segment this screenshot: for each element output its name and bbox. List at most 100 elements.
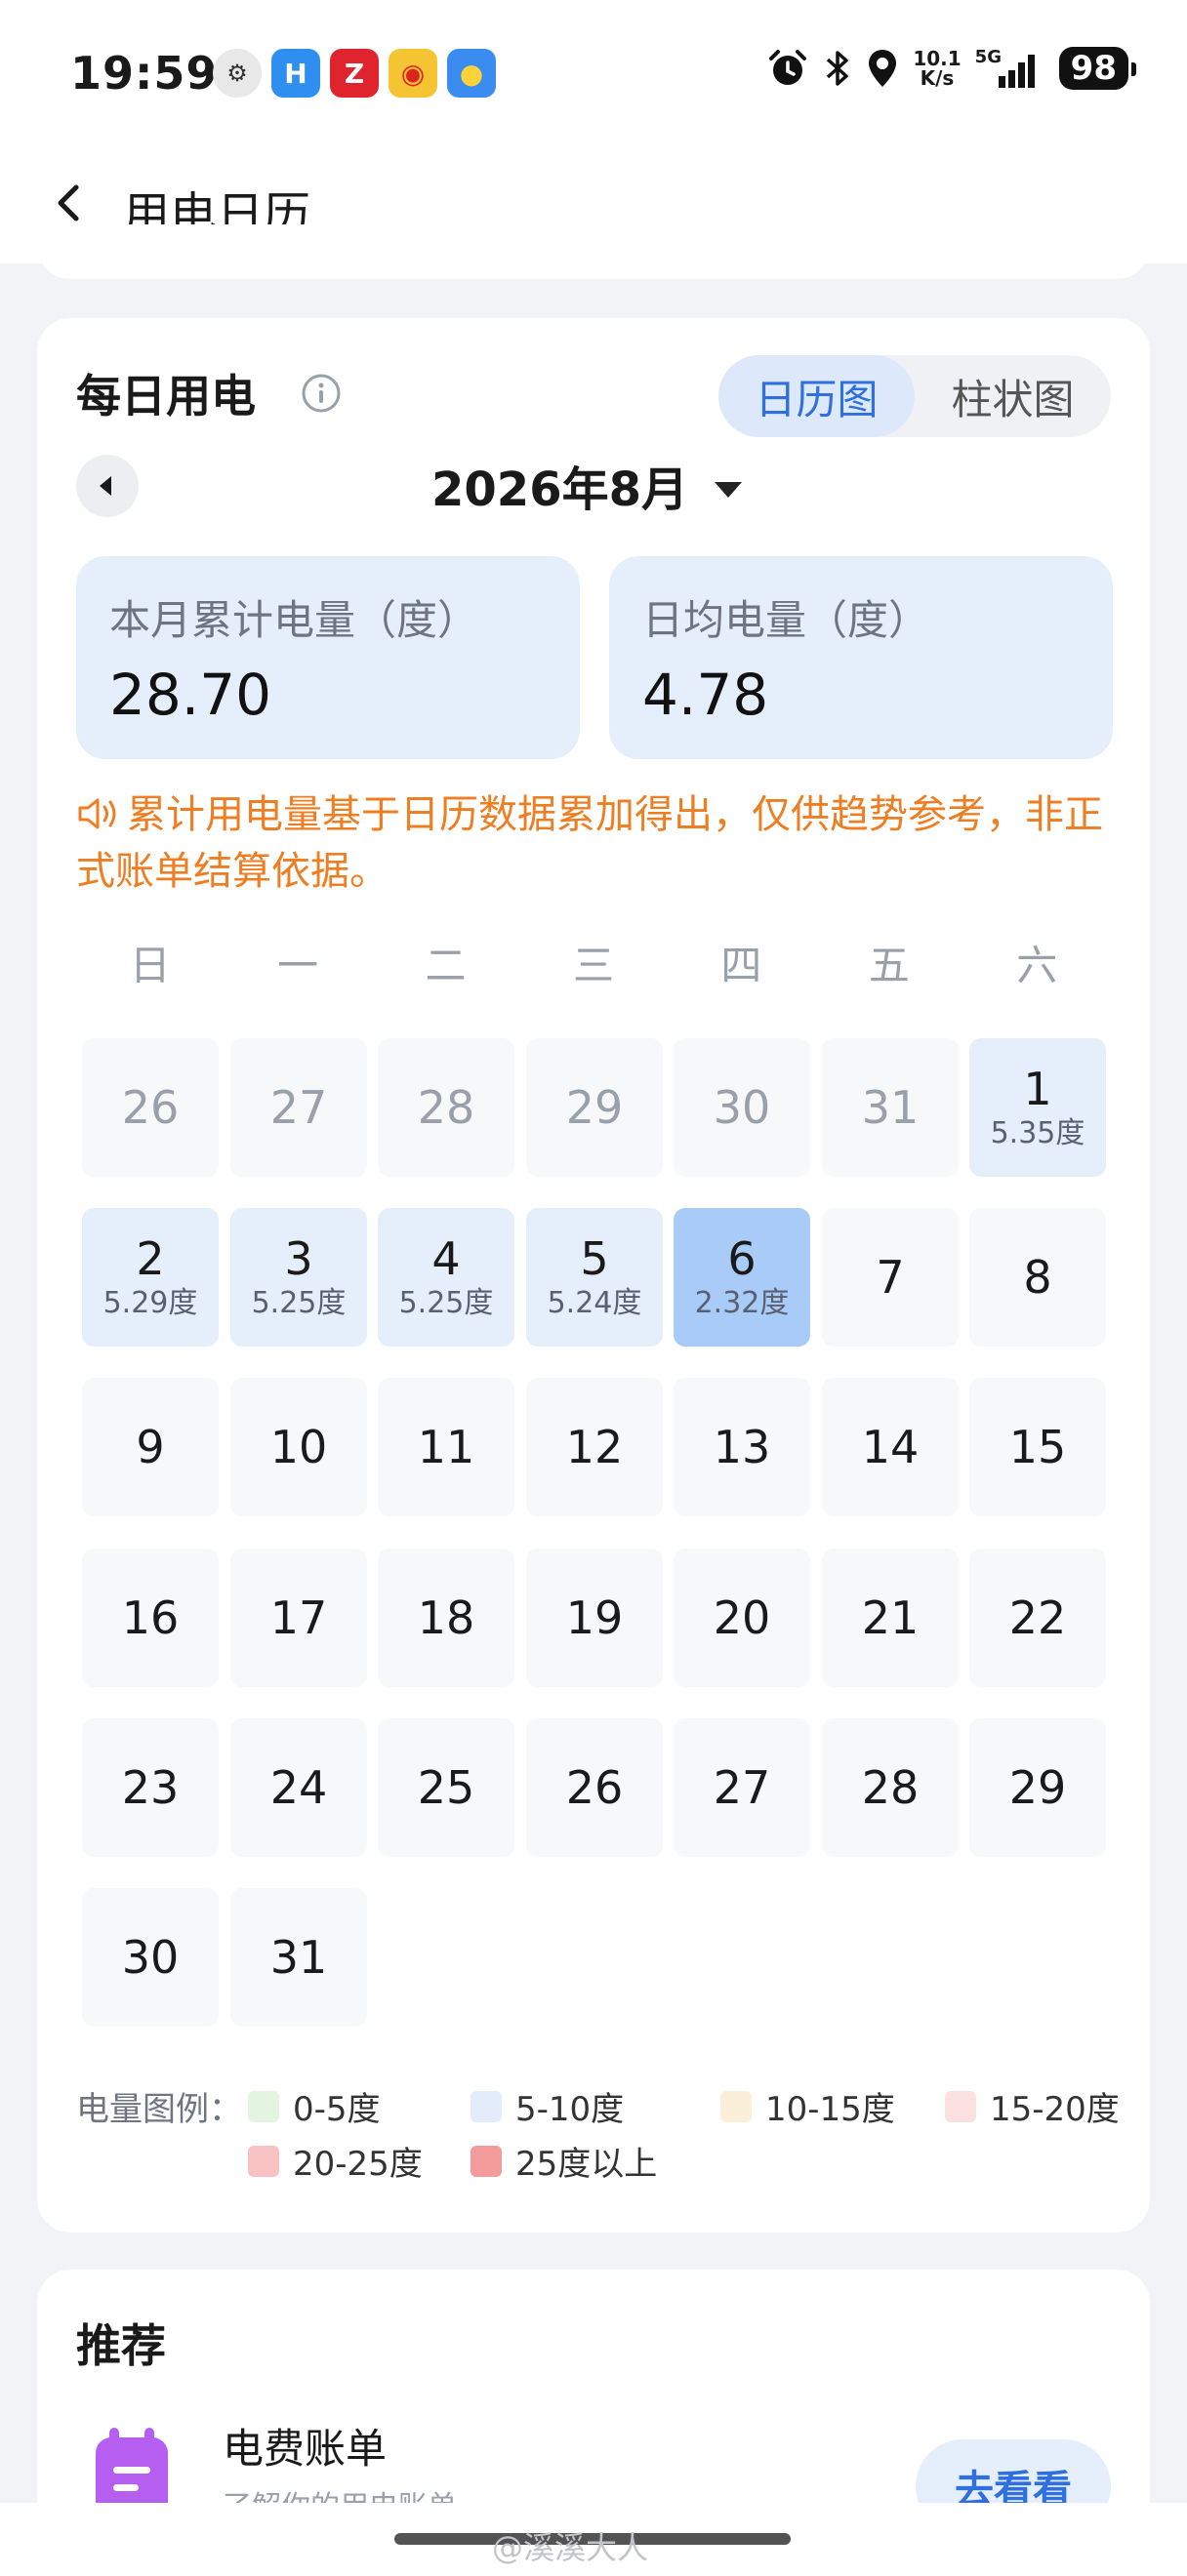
calendar-day[interactable]: 3 5.25度 [230,1208,367,1347]
day-number: 2 [136,1232,165,1285]
status-indicators: 10.1 K/s 5G 98 [766,47,1137,90]
calendar-day[interactable]: 30 [82,1888,219,2027]
legend-swatch [471,2090,502,2122]
month-total-box: 本月累计电量（度） 28.70 [76,556,580,759]
calendar-day[interactable]: 23 [82,1718,219,1857]
calendar-day[interactable]: 14 [822,1378,959,1516]
weekday-header: 日 一 二 三 四 五 六 [76,933,1111,992]
day-number: 27 [269,1081,328,1134]
calendar-day[interactable]: 31 [822,1038,959,1177]
view-toggle: 日历图 柱状图 [718,355,1111,437]
calendar-day[interactable]: 17 [230,1549,367,1687]
day-number: 19 [565,1591,624,1644]
weekday-label: 日 [129,942,171,989]
calendar-day[interactable]: 18 [378,1549,514,1687]
day-number: 25 [417,1761,475,1814]
caret-down-icon[interactable] [715,482,742,498]
recommend-title: 推荐 [76,2319,166,2372]
day-number: 21 [861,1591,920,1644]
day-number: 31 [861,1081,920,1134]
recommend-item-title[interactable]: 电费账单 [223,2416,387,2475]
calendar-day[interactable]: 15 [969,1378,1106,1516]
status-bar: 19:59 ⚙ H Z ◉ ● 10.1 K/s 5G 98 [0,0,1187,146]
day-number: 11 [417,1421,475,1473]
weekday-label: 二 [425,942,467,989]
usage-notice: 累计用电量基于日历数据累加得出，仅供趋势参考，非正式账单结算依据。 [76,792,1103,894]
calendar-day[interactable]: 16 [82,1549,219,1687]
calendar-day[interactable]: 20 [674,1549,810,1687]
day-usage: 5.24度 [547,1286,642,1320]
day-number: 17 [269,1591,328,1644]
daily-average-label: 日均电量（度） [642,596,930,644]
tab-calendar[interactable]: 日历图 [718,355,915,437]
day-number: 22 [1008,1591,1067,1644]
calendar-day[interactable]: 7 [822,1208,959,1347]
calendar-day[interactable]: 11 [378,1378,514,1516]
legend-label: 5-10度 [515,2090,625,2129]
day-number: 13 [713,1421,771,1473]
calendar-day[interactable]: 26 [82,1038,219,1177]
legend-swatch [720,2090,752,2122]
back-icon[interactable] [41,174,100,232]
calendar-day[interactable]: 27 [230,1038,367,1177]
calendar-day[interactable]: 2 5.29度 [82,1208,219,1347]
calendar-day[interactable]: 25 [378,1718,514,1857]
calendar-day[interactable]: 28 [378,1038,514,1177]
info-icon[interactable] [301,373,342,414]
calendar-day[interactable]: 12 [526,1378,663,1516]
calendar-day[interactable]: 28 [822,1718,959,1857]
calendar-day[interactable]: 1 5.35度 [969,1038,1106,1177]
calendar-day[interactable]: 13 [674,1378,810,1516]
tab-bar-chart[interactable]: 柱状图 [915,355,1111,437]
day-number: 15 [1008,1421,1067,1473]
day-number: 26 [121,1081,180,1134]
calendar-day[interactable]: 30 [674,1038,810,1177]
day-number: 16 [121,1591,180,1644]
legend-label: 0-5度 [293,2090,381,2129]
legend-label: 20-25度 [293,2145,423,2184]
day-usage: 5.29度 [102,1286,198,1320]
legend-item: 20-25度 [248,2137,423,2185]
day-number: 28 [861,1761,920,1814]
weather-icon: ● [447,49,496,98]
day-number: 4 [431,1232,461,1285]
day-number: 10 [269,1421,328,1473]
weekday-label: 三 [572,942,614,989]
calendar-day[interactable]: 29 [526,1038,663,1177]
legend-swatch [248,2090,279,2122]
day-number: 14 [861,1421,920,1473]
calendar-day[interactable]: 31 [230,1888,367,2027]
status-time: 19:59 [70,47,219,100]
month-total-value: 28.70 [109,662,272,728]
calendar-day[interactable]: 5 5.24度 [526,1208,663,1347]
location-icon [869,50,897,87]
month-selector[interactable]: 2026年8月 [431,451,688,519]
legend-title: 电量图例： [76,2090,242,2129]
calendar-day[interactable]: 4 5.25度 [378,1208,514,1347]
legend-swatch [945,2090,976,2122]
calendar-day[interactable]: 19 [526,1549,663,1687]
battery-indicator: 98 [1058,47,1137,90]
legend-item: 10-15度 [720,2082,895,2130]
calendar-day[interactable]: 8 [969,1208,1106,1347]
calendar-day[interactable]: 29 [969,1718,1106,1857]
calendar-day[interactable]: 9 [82,1378,219,1516]
day-number: 24 [269,1761,328,1814]
calendar-day[interactable]: 21 [822,1549,959,1687]
calendar-day[interactable]: 6 2.32度 [674,1208,810,1347]
daily-usage-card: 每日用电 日历图 柱状图 2026年8月 本月累计电量（度） 28.70 日均电… [37,318,1150,2233]
calendar-day[interactable]: 22 [969,1549,1106,1687]
card-title: 每日用电 [76,370,256,423]
calendar-day[interactable]: 26 [526,1718,663,1857]
day-number: 7 [876,1251,905,1304]
day-number: 9 [136,1421,165,1473]
day-number: 8 [1023,1251,1052,1304]
legend-label: 15-20度 [990,2090,1120,2129]
legend-swatch [248,2145,279,2177]
calendar-day[interactable]: 27 [674,1718,810,1857]
day-number: 5 [580,1232,609,1285]
day-number: 18 [417,1591,475,1644]
calendar-day[interactable]: 24 [230,1718,367,1857]
prev-month-button[interactable] [76,455,139,517]
calendar-day[interactable]: 10 [230,1378,367,1516]
